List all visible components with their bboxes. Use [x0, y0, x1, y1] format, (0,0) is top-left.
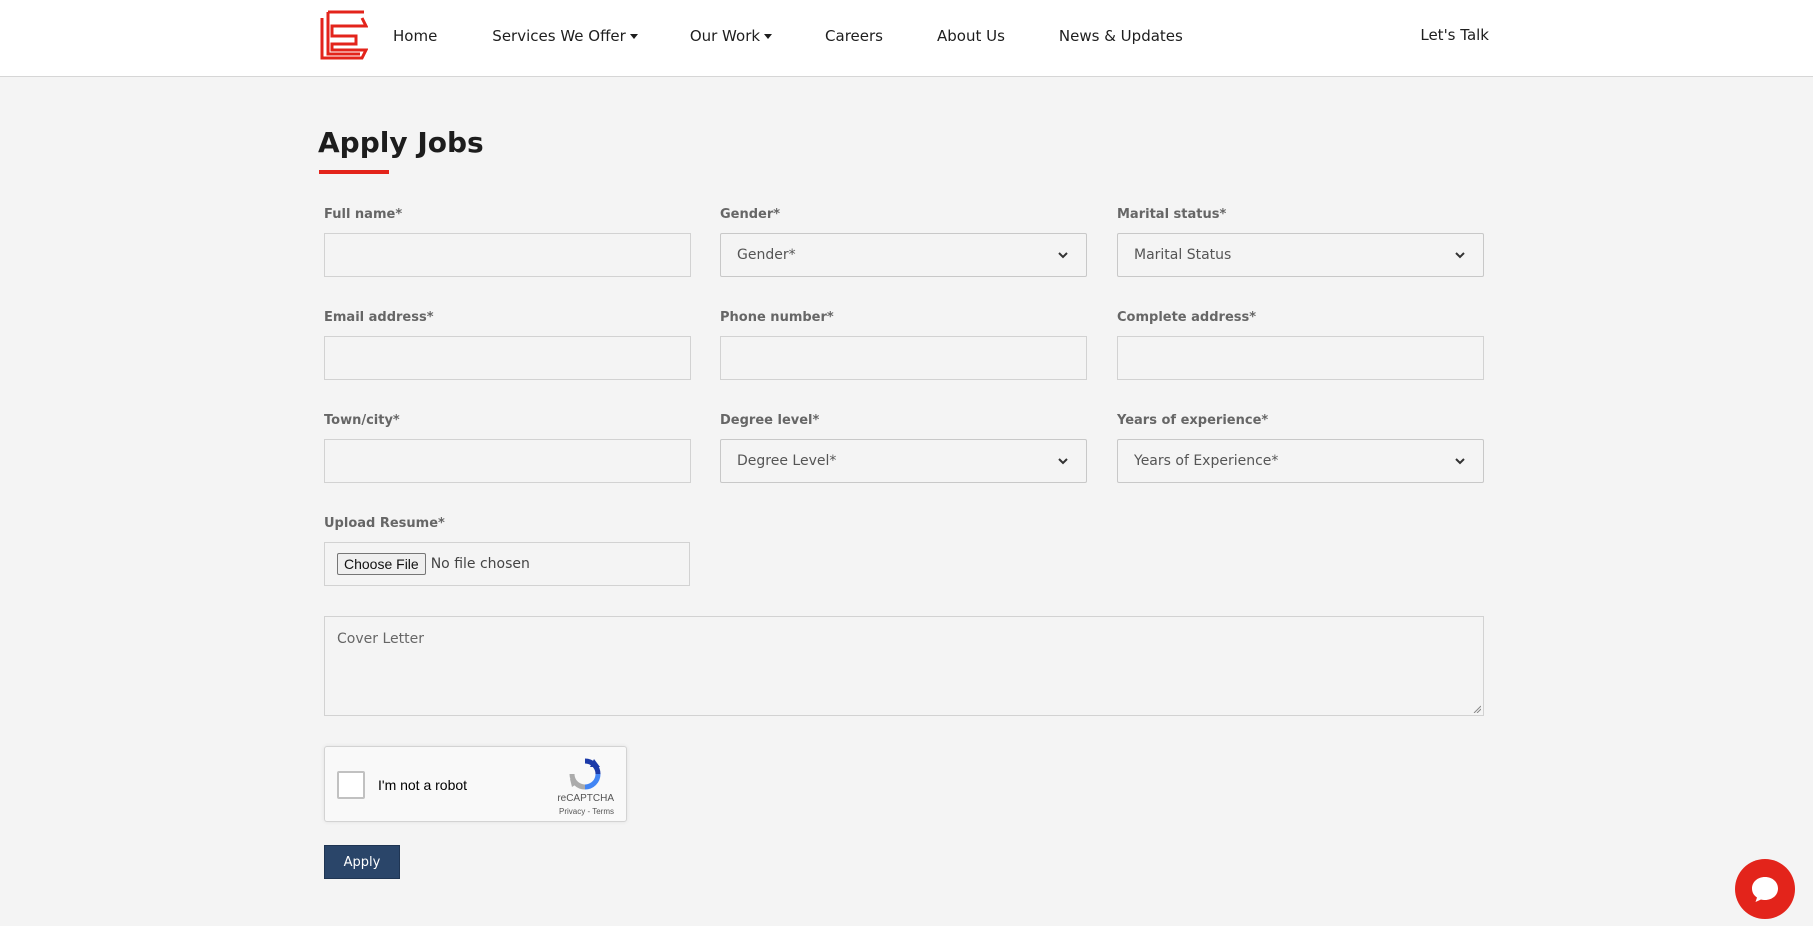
resume-label: Upload Resume* — [324, 516, 445, 531]
nav-our-work[interactable]: Our Work — [689, 27, 773, 45]
resize-handle-icon[interactable] — [1473, 705, 1481, 713]
nav-about-label: About Us — [937, 27, 1005, 45]
company-logo-icon[interactable] — [320, 10, 368, 62]
town-label: Town/city* — [324, 413, 400, 428]
gender-select[interactable]: Gender* — [720, 233, 1087, 277]
degree-selected-value: Degree Level* — [737, 453, 837, 469]
recaptcha-logo-icon — [569, 758, 601, 790]
marital-status-selected-value: Marital Status — [1134, 247, 1232, 263]
marital-status-label: Marital status* — [1117, 207, 1227, 222]
nav-our-work-label: Our Work — [689, 27, 761, 45]
cover-letter-textarea[interactable]: Cover Letter — [324, 616, 1484, 716]
email-input[interactable] — [324, 336, 691, 380]
cover-letter-placeholder: Cover Letter — [337, 631, 424, 647]
recaptcha-links[interactable]: Privacy - Terms — [559, 807, 614, 816]
recaptcha-checkbox[interactable] — [337, 771, 365, 799]
nav-careers-label: Careers — [825, 27, 883, 45]
chevron-down-icon — [1058, 458, 1068, 465]
chat-bubble-icon — [1752, 877, 1778, 902]
apply-button[interactable]: Apply — [324, 845, 400, 879]
recaptcha-brand: reCAPTCHA — [557, 793, 614, 804]
degree-label: Degree level* — [720, 413, 820, 428]
recaptcha-widget: I'm not a robot reCAPTCHA Privacy - Term… — [324, 746, 627, 822]
phone-label: Phone number* — [720, 310, 834, 325]
page-title: Apply Jobs — [318, 126, 484, 159]
address-label: Complete address* — [1117, 310, 1257, 325]
chevron-down-icon — [1455, 252, 1465, 259]
title-underline — [319, 170, 389, 174]
file-status: No file chosen — [430, 556, 530, 572]
nav-news[interactable]: News & Updates — [1059, 27, 1183, 45]
nav-services-label: Services We Offer — [492, 27, 626, 45]
nav-home-label: Home — [393, 27, 438, 45]
experience-select[interactable]: Years of Experience* — [1117, 439, 1484, 483]
marital-status-select[interactable]: Marital Status — [1117, 233, 1484, 277]
full-name-input[interactable] — [324, 233, 691, 277]
caret-down-icon — [764, 33, 773, 39]
chevron-down-icon — [1058, 252, 1068, 259]
phone-input[interactable] — [720, 336, 1087, 380]
nav-about[interactable]: About Us — [937, 27, 1005, 45]
degree-select[interactable]: Degree Level* — [720, 439, 1087, 483]
full-name-label: Full name* — [324, 207, 403, 222]
nav-news-label: News & Updates — [1058, 27, 1183, 45]
nav-services[interactable]: Services We Offer — [492, 27, 638, 45]
nav-home[interactable]: Home — [393, 27, 437, 45]
gender-selected-value: Gender* — [737, 247, 796, 263]
chevron-down-icon — [1455, 458, 1465, 465]
address-input[interactable] — [1117, 336, 1484, 380]
resume-upload: Choose File No file chosen — [324, 542, 690, 586]
lets-talk-link[interactable]: Let's Talk — [1420, 26, 1489, 44]
experience-label: Years of experience* — [1117, 413, 1269, 428]
nav-careers[interactable]: Careers — [825, 27, 883, 45]
gender-label: Gender* — [720, 207, 781, 222]
experience-selected-value: Years of Experience* — [1134, 453, 1279, 469]
recaptcha-text: I'm not a robot — [378, 777, 468, 793]
chat-button[interactable] — [1735, 859, 1795, 919]
site-header: Home Services We Offer Our Work Careers … — [0, 0, 1813, 77]
main-nav: Home Services We Offer Our Work Careers … — [393, 0, 1183, 72]
town-input[interactable] — [324, 439, 691, 483]
choose-file-button[interactable]: Choose File — [337, 553, 426, 575]
email-label: Email address* — [324, 310, 434, 325]
caret-down-icon — [629, 33, 638, 39]
